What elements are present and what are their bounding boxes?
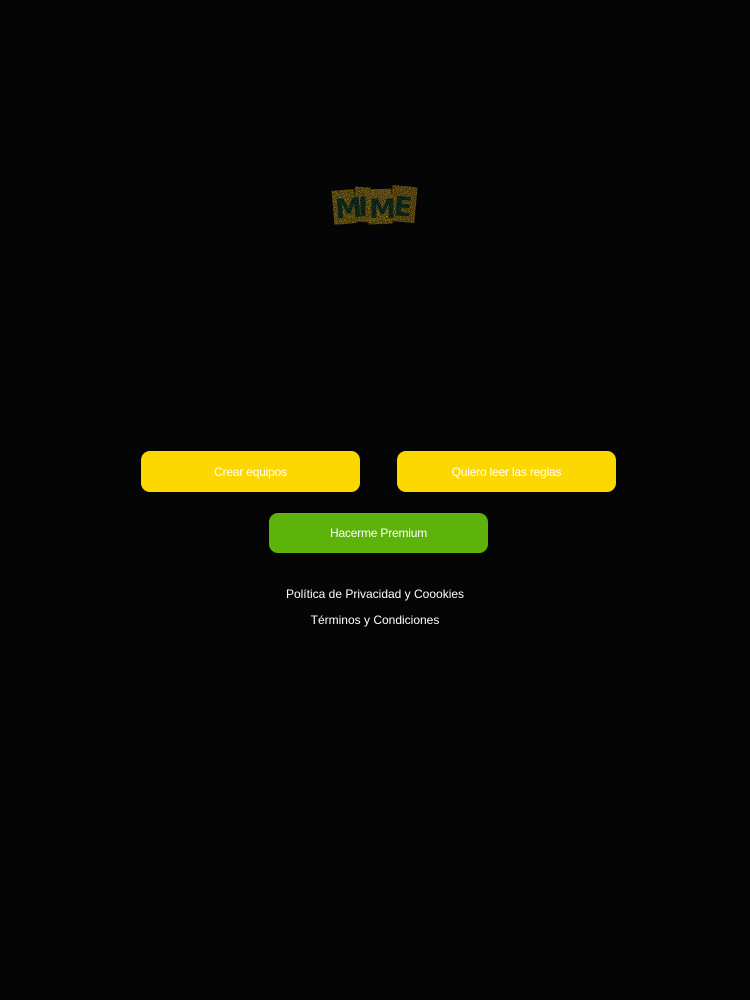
premium-button[interactable]: Hacerme Premium — [269, 513, 488, 553]
home-screen: M I M E Crear equipos Quiero leer las re… — [0, 0, 750, 1000]
privacy-policy-link[interactable]: Política de Privacidad y Coookies — [0, 587, 750, 601]
terms-link[interactable]: Términos y Condiciones — [0, 613, 750, 627]
read-rules-button[interactable]: Quiero leer las reglas — [397, 451, 616, 492]
app-logo: M I M E — [331, 185, 418, 226]
read-rules-label: Quiero leer las reglas — [451, 464, 562, 479]
create-teams-button[interactable]: Crear equipos — [141, 451, 360, 492]
premium-label: Hacerme Premium — [329, 526, 428, 540]
create-teams-label: Crear equipos — [214, 464, 287, 479]
svg-text:I: I — [358, 192, 368, 223]
svg-text:E: E — [392, 191, 413, 223]
